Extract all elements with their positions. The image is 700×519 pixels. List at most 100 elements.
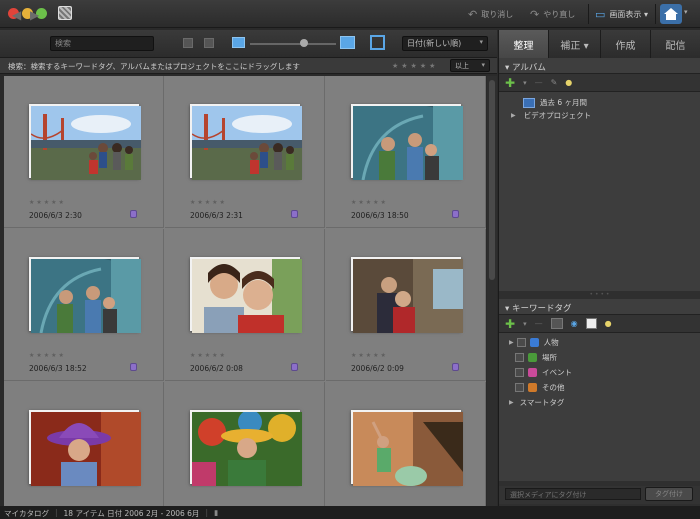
rating-stars[interactable]: ★★★★★ — [351, 352, 388, 359]
photo-thumbnail[interactable] — [190, 104, 302, 180]
places-tag-icon — [528, 353, 537, 362]
tab-create[interactable]: 作成 — [600, 30, 650, 58]
photo-thumbnail-cell[interactable]: ★★★★★ 2006/6/2 0:09 — [326, 229, 486, 381]
small-thumb-icon[interactable] — [232, 37, 245, 48]
slider-knob[interactable] — [300, 39, 308, 47]
fullscreen-icon[interactable] — [370, 35, 385, 50]
expand-arrow-icon[interactable]: ▶ — [509, 399, 514, 406]
tag-item-events[interactable]: イベント — [499, 366, 700, 379]
photo-thumbnail-cell[interactable]: ★★★★★ 2006/6/2 0:08 — [165, 229, 325, 381]
add-album-icon[interactable]: ✚ — [505, 76, 515, 90]
tag-list: ▶ 人物 場所 イベント その他 ▶ スマートタグ — [499, 333, 700, 481]
photo-thumbnail[interactable] — [190, 257, 302, 333]
tag-item-other[interactable]: その他 — [499, 381, 700, 394]
status-bar: マイカタログ | 18 アイテム 日付 2006 2月 - 2006 6月 | … — [0, 506, 700, 519]
globe-icon[interactable]: ◉ — [571, 319, 578, 328]
catalog-name[interactable]: マイカタログ — [4, 508, 49, 518]
photo-thumbnail-cell[interactable]: ★★★★★ 2006/6/3 18:50 — [326, 76, 486, 228]
filmstrip-icon[interactable]: ▮ — [214, 508, 218, 517]
tag-item-people[interactable]: ▶ 人物 — [499, 336, 700, 349]
tag-checkbox[interactable] — [515, 368, 524, 377]
home-icon — [664, 8, 678, 20]
album-panel-header[interactable]: ▾ アルバム — [499, 58, 700, 74]
organize-panel: ▾ アルバム ✚ ▾ — ✎ ● 過去 6 ヶ月間 ▶ ビデオプロジェクト • … — [498, 58, 700, 506]
divider: | — [55, 508, 58, 517]
photo-thumbnail[interactable] — [29, 255, 141, 334]
tag-checkbox[interactable] — [516, 338, 526, 347]
tag-checkbox[interactable] — [515, 353, 524, 362]
edit-album-icon[interactable]: ✎ — [551, 78, 558, 87]
photo-thumbnail[interactable] — [351, 257, 463, 333]
photo-thumbnail[interactable] — [29, 104, 141, 180]
album-list: 過去 6 ヶ月間 ▶ ビデオプロジェクト — [499, 92, 700, 291]
thumbnail-size-slider[interactable] — [250, 43, 336, 45]
tag-item-smart-tags[interactable]: ▶ スマートタグ — [499, 396, 700, 409]
tag-icon[interactable] — [452, 363, 459, 371]
tab-organize[interactable]: 整理 — [498, 30, 548, 58]
photo-date: 2006/6/2 0:09 — [351, 364, 404, 373]
expand-arrow-icon[interactable]: ▶ — [511, 112, 516, 119]
scrollbar-thumb[interactable] — [489, 80, 495, 280]
expand-arrow-icon[interactable]: ▶ — [509, 339, 514, 346]
undo-icon: ↶ — [468, 7, 478, 21]
photo-thumbnail[interactable] — [29, 410, 141, 486]
undo-button[interactable]: ↶ 取り消し — [468, 6, 513, 22]
remove-tag-icon[interactable]: — — [535, 319, 543, 328]
photo-thumbnail-cell[interactable] — [326, 382, 486, 506]
large-thumb-icon[interactable] — [340, 36, 355, 49]
back-arrow-icon[interactable]: ◀ — [12, 8, 21, 22]
tab-fix[interactable]: 補正 ▾ — [548, 30, 600, 58]
photo-thumbnail-cell[interactable]: ★★★★★ 2006/6/3 18:52 — [4, 229, 164, 381]
view-mode-button[interactable]: ▭ 画面表示 ▾ — [595, 6, 648, 22]
chevron-down-icon: ▾ — [481, 61, 485, 69]
remove-album-icon[interactable]: — — [535, 78, 543, 87]
bulb-icon[interactable]: ● — [565, 78, 572, 87]
album-item-last-6-months[interactable]: 過去 6 ヶ月間 — [499, 96, 700, 109]
keyword-tags-header[interactable]: ▾ キーワードタグ — [499, 299, 700, 315]
rating-filter-stars[interactable]: ★★★★★ — [392, 62, 438, 70]
home-button[interactable] — [660, 4, 682, 24]
tag-icon[interactable] — [130, 210, 137, 218]
photo-thumbnail[interactable] — [351, 102, 463, 181]
tag-icon[interactable] — [452, 210, 459, 218]
rating-filter-select[interactable]: 以上 ▾ — [450, 59, 490, 72]
album-item-video-projects[interactable]: ▶ ビデオプロジェクト — [499, 109, 700, 122]
tag-icon[interactable] — [291, 363, 298, 371]
bulb-icon[interactable]: ● — [605, 319, 612, 328]
rating-stars[interactable]: ★★★★★ — [29, 352, 66, 359]
face-tag-icon[interactable] — [585, 318, 597, 329]
tag-selected-media-input[interactable]: 選択メディアにタグ付け — [505, 488, 641, 500]
photo-thumbnail[interactable] — [351, 410, 463, 486]
tag-icon[interactable] — [291, 210, 298, 218]
tag-view-icon[interactable] — [550, 318, 563, 329]
chevron-down-icon[interactable]: ▾ — [523, 320, 527, 328]
panel-splitter[interactable]: • • • • — [499, 291, 700, 299]
search-input[interactable]: 検索 — [50, 36, 154, 51]
apply-tag-button[interactable]: タグ付け — [645, 487, 693, 501]
photo-thumbnail[interactable] — [190, 410, 302, 486]
photo-thumbnail-cell[interactable] — [4, 382, 164, 506]
chevron-down-icon[interactable]: ▾ — [523, 79, 527, 87]
rating-stars[interactable]: ★★★★★ — [190, 352, 227, 359]
sort-order-select[interactable]: 日付(新しい順) ▾ — [402, 36, 488, 51]
add-tag-icon[interactable]: ✚ — [505, 317, 515, 331]
redo-button[interactable]: ↷ やり直し — [530, 6, 575, 22]
rating-stars[interactable]: ★★★★★ — [351, 199, 388, 206]
monitor-icon: ▭ — [595, 7, 606, 21]
rating-stars[interactable]: ★★★★★ — [190, 199, 227, 206]
tag-icon[interactable] — [130, 363, 137, 371]
tag-item-places[interactable]: 場所 — [499, 351, 700, 364]
photo-date: 2006/6/3 2:30 — [29, 211, 82, 220]
single-photo-view-icon[interactable] — [183, 38, 193, 48]
redo-icon: ↷ — [530, 7, 540, 21]
photo-thumbnail-cell[interactable]: ★★★★★ 2006/6/3 2:31 — [165, 76, 325, 228]
tag-checkbox[interactable] — [515, 383, 524, 392]
compare-view-icon[interactable] — [204, 38, 214, 48]
rating-stars[interactable]: ★★★★★ — [29, 199, 66, 206]
photo-thumbnail-cell[interactable]: ★★★★★ 2006/6/3 2:30 — [4, 76, 164, 228]
home-menu-caret[interactable]: ▾ — [684, 8, 688, 16]
forward-arrow-icon[interactable]: ▶ — [30, 8, 39, 22]
photo-thumbnail-cell[interactable] — [165, 382, 325, 506]
tab-share[interactable]: 配信 — [650, 30, 700, 58]
app-icon — [58, 6, 72, 20]
